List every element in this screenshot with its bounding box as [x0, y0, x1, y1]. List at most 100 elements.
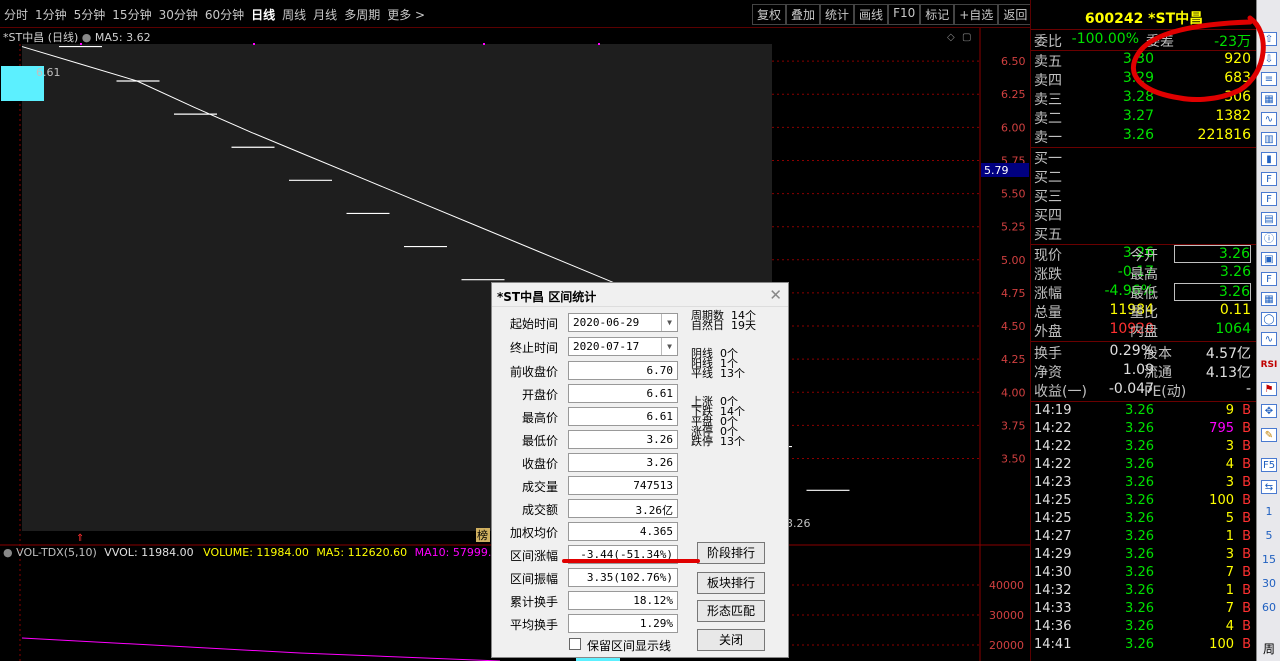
start-time-picker[interactable]: 2020-06-29 ▼	[568, 313, 678, 332]
table-icon[interactable]: ▦	[1261, 292, 1277, 306]
tick-side: B	[1242, 583, 1251, 598]
rsi-button[interactable]: RSI	[1257, 360, 1280, 370]
period-tab-6[interactable]: 日线	[251, 6, 275, 23]
field-value: 6.70	[568, 361, 678, 380]
field-value: 3.35(102.76%)	[568, 568, 678, 587]
period-tab-8[interactable]: 月线	[313, 6, 337, 23]
tool-button-5[interactable]: 标记	[920, 4, 955, 25]
period-tab-10[interactable]: 更多 >	[387, 6, 425, 23]
separator	[1031, 401, 1257, 402]
field-value: 747513	[568, 476, 678, 495]
diamond-icon[interactable]: ◇	[947, 32, 955, 43]
weibi-label: 委比	[1034, 34, 1062, 50]
updown-stats: 上涨 0个 下跌 14个 平盘 0个 涨停 0个 跌停 13个	[691, 395, 745, 448]
chevron-down-icon[interactable]: ▼	[661, 314, 677, 331]
week-shortcut[interactable]: 周	[1257, 640, 1280, 657]
info-icon[interactable]: ⓘ	[1261, 232, 1277, 246]
tick-price: 3.26	[1125, 637, 1154, 652]
period-tab-2[interactable]: 5分钟	[74, 6, 106, 23]
ask-row: 卖二 3.27 1382	[1034, 108, 1254, 127]
period-shortcut-30[interactable]: 30	[1257, 577, 1280, 590]
field-label: 收盘价	[521, 457, 558, 471]
period-tab-5[interactable]: 60分钟	[205, 6, 244, 23]
ask-label: 卖五	[1034, 54, 1062, 70]
tick-price: 3.26	[1125, 439, 1154, 454]
ask-row: 卖一 3.26 221816	[1034, 127, 1254, 146]
tick-price: 3.26	[1125, 583, 1154, 598]
tick-row: 14:36 3.26 4 B	[1034, 619, 1254, 637]
kline-icon[interactable]: ▥	[1261, 132, 1277, 146]
tick-time: 14:30	[1034, 565, 1072, 580]
stat-label: 最低	[1130, 286, 1158, 302]
period-tab-1[interactable]: 1分钟	[35, 6, 67, 23]
sector-rank-button[interactable]: 板块排行	[697, 572, 765, 594]
wave-icon[interactable]: ∿	[1261, 332, 1277, 346]
tick-price: 3.26	[1125, 421, 1154, 436]
square-icon[interactable]: ▢	[962, 32, 971, 43]
f-icon[interactable]: F	[1261, 192, 1277, 206]
tool-button-3[interactable]: 画线	[854, 4, 889, 25]
pencil-icon[interactable]: ✎	[1261, 428, 1277, 442]
period-tab-0[interactable]: 分时	[4, 6, 28, 23]
flag-icon[interactable]: ⚑	[1261, 382, 1277, 396]
end-time-picker[interactable]: 2020-07-17 ▼	[568, 337, 678, 356]
field-label: 区间振幅	[509, 572, 558, 586]
vol-tick-label: 40000	[989, 579, 1024, 592]
chevron-down-icon[interactable]: ▼	[661, 338, 677, 355]
field-value: 1.29%	[568, 614, 678, 633]
ma5-label: MA5: 3.62	[94, 31, 151, 44]
stat-row: 涨幅 -4.96% 最低 3.26	[1034, 283, 1254, 302]
period-tab-7[interactable]: 周线	[282, 6, 306, 23]
f12-icon[interactable]: F	[1261, 272, 1277, 286]
info-value: 4.13亿	[1205, 365, 1251, 381]
tick-volume: 795	[1209, 421, 1234, 436]
high-price-label: 6.61	[36, 66, 61, 79]
tool-button-4[interactable]: F10	[888, 4, 921, 25]
bid-row: 买三	[1034, 186, 1254, 205]
move-icon[interactable]: ✥	[1261, 404, 1277, 418]
tool-button-1[interactable]: 叠加	[786, 4, 821, 25]
tick-time: 14:33	[1034, 601, 1072, 616]
pattern-match-button[interactable]: 形态匹配	[697, 600, 765, 622]
stat-label: 总量	[1034, 305, 1062, 321]
tick-time: 14:32	[1034, 583, 1072, 598]
f-icon[interactable]: ⇆	[1261, 480, 1277, 494]
settings-circle-icon[interactable]: ●	[82, 31, 92, 44]
top-marker-dot	[253, 43, 255, 45]
y-tick-label: 6.00	[1001, 121, 1026, 134]
tool-button-7[interactable]: 返回	[998, 4, 1033, 25]
period-shortcut-5[interactable]: 5	[1257, 529, 1280, 542]
bid-label: 买三	[1034, 189, 1062, 205]
vol-ma10-line	[21, 637, 501, 661]
period-tab-4[interactable]: 30分钟	[159, 6, 198, 23]
close-icon[interactable]: ✕	[769, 286, 782, 304]
bookmark-icon[interactable]: ▣	[1261, 252, 1277, 266]
period-shortcut-1[interactable]: 1	[1257, 505, 1280, 518]
tool-button-2[interactable]: 统计	[820, 4, 855, 25]
f10-icon[interactable]: F	[1261, 172, 1277, 186]
vol-vvol: VVOL: 11984.00	[104, 546, 194, 559]
tick-time: 14:41	[1034, 637, 1072, 652]
vol-settings-icon[interactable]: ●	[3, 546, 13, 559]
end-time-value: 2020-07-17	[573, 340, 640, 353]
field-value: 6.61	[568, 407, 678, 426]
line-chart-icon[interactable]: ∿	[1261, 112, 1277, 126]
ask-price: 3.27	[1122, 108, 1154, 124]
keep-interval-checkbox[interactable]	[569, 638, 581, 650]
stage-rank-button[interactable]: 阶段排行	[697, 542, 765, 564]
tool-button-0[interactable]: 复权	[752, 4, 787, 25]
tool-button-6[interactable]: +自选	[954, 4, 999, 25]
circle-icon[interactable]: ◯	[1261, 312, 1277, 326]
doc-icon[interactable]: ▤	[1261, 212, 1277, 226]
close-button[interactable]: 关闭	[697, 629, 765, 651]
period-shortcut-15[interactable]: 15	[1257, 553, 1280, 566]
tick-price: 3.26	[1125, 529, 1154, 544]
period-tab-9[interactable]: 多周期	[344, 6, 380, 23]
bid-label: 买二	[1034, 170, 1062, 186]
tick-row: 14:22 3.26 3 B	[1034, 439, 1254, 457]
period-shortcut-60[interactable]: 60	[1257, 601, 1280, 614]
bid-row: 买二	[1034, 167, 1254, 186]
f5-button[interactable]: F5	[1261, 458, 1277, 472]
candle-icon[interactable]: ▮	[1261, 152, 1277, 166]
period-tab-3[interactable]: 15分钟	[112, 6, 151, 23]
